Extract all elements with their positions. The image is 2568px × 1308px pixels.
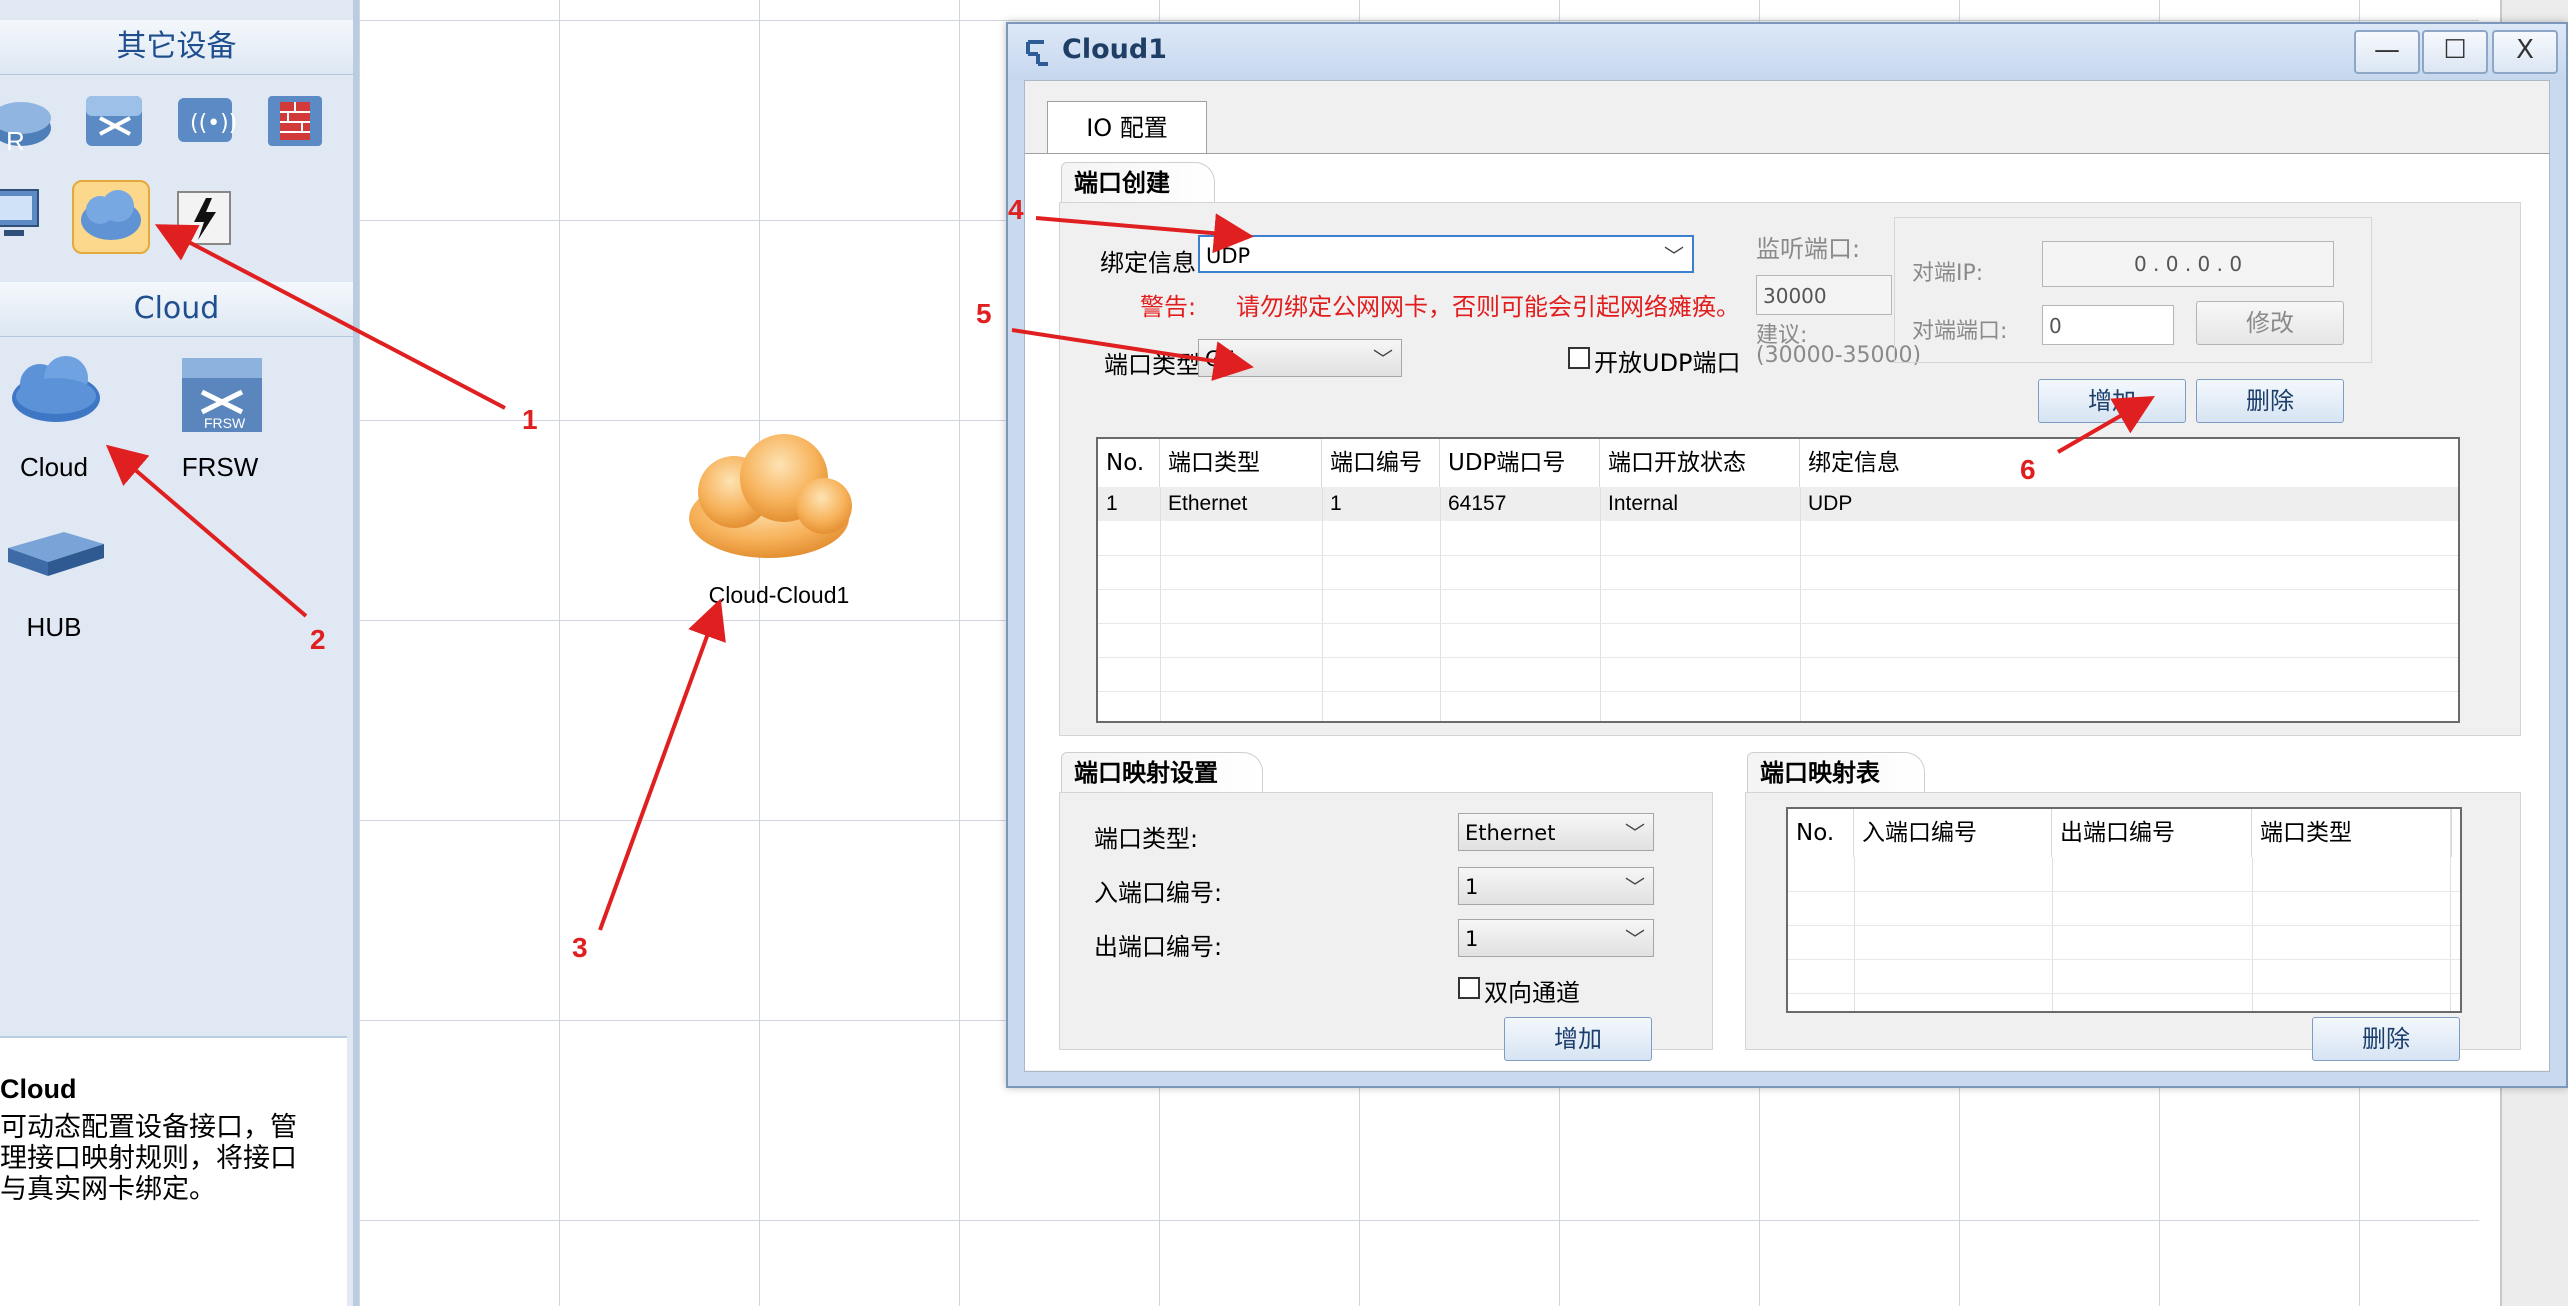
arrow-6 (2056, 395, 2155, 454)
annotation-label-2: 2 (310, 624, 326, 655)
arrow-2 (105, 444, 308, 618)
arrow-5 (1011, 328, 1254, 381)
annotation-label-6: 6 (2020, 454, 2036, 485)
annotation-label-4: 4 (1008, 194, 1024, 225)
annotation-label-3: 3 (572, 932, 588, 963)
annotation-overlay (105, 213, 2155, 931)
annotation-label-1: 1 (522, 404, 538, 435)
arrow-4 (1035, 213, 1254, 254)
arrow-1 (154, 224, 506, 410)
arrow-3 (598, 598, 726, 931)
annotation-label-5: 5 (976, 298, 992, 329)
